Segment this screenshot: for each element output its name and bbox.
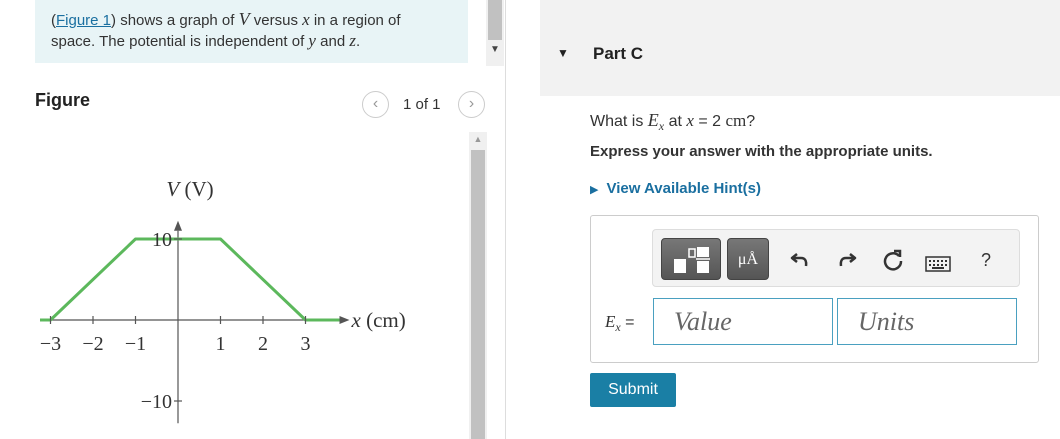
intro-scrollbar-thumb[interactable] bbox=[488, 0, 502, 40]
x-tick-label: −3 bbox=[40, 333, 61, 355]
question-text: What is Ex at x = 2 cm? bbox=[590, 110, 756, 134]
x-tick-label: 2 bbox=[258, 333, 268, 355]
templates-button[interactable] bbox=[661, 238, 721, 280]
caret-down-icon[interactable]: ▼ bbox=[557, 46, 569, 60]
y-tick-label: −10 bbox=[141, 391, 172, 413]
x-tick-label: −1 bbox=[125, 333, 146, 355]
part-title[interactable]: Part C bbox=[593, 44, 643, 64]
pane-divider[interactable] bbox=[505, 0, 506, 439]
scroll-up-icon[interactable]: ▲ bbox=[470, 134, 486, 144]
left-pane: (Figure 1) shows a graph of V versus x i… bbox=[0, 0, 486, 439]
pager-count: 1 of 1 bbox=[403, 96, 441, 113]
keyboard-icon[interactable] bbox=[925, 252, 951, 278]
answer-label: Ex = bbox=[605, 312, 635, 335]
x-axis-label: x (cm) bbox=[351, 308, 406, 332]
reset-icon[interactable] bbox=[881, 248, 905, 278]
x-tick-label: 3 bbox=[301, 333, 311, 355]
potential-graph: −3 −2 −1 1 2 3 10 −10 x (cm) V (V) bbox=[40, 177, 406, 424]
submit-button[interactable]: Submit bbox=[590, 373, 676, 407]
redo-icon[interactable] bbox=[836, 248, 858, 276]
y-axis-arrow bbox=[174, 220, 182, 231]
potential-line bbox=[40, 237, 340, 322]
undo-icon[interactable] bbox=[789, 248, 811, 276]
x-tick-label: 1 bbox=[216, 333, 226, 355]
templates-icon bbox=[674, 247, 710, 273]
instruction-text: Express your answer with the appropriate… bbox=[590, 143, 933, 160]
units-button[interactable]: μÅ bbox=[727, 238, 769, 280]
caret-right-icon: ▶ bbox=[590, 184, 599, 196]
math-toolbar: μÅ ? bbox=[652, 229, 1020, 287]
units-input[interactable] bbox=[837, 298, 1017, 345]
y-axis-label: V (V) bbox=[166, 177, 213, 201]
value-input[interactable] bbox=[653, 298, 833, 345]
scroll-down-icon[interactable]: ▼ bbox=[488, 44, 502, 55]
x-axis-arrow bbox=[339, 316, 350, 324]
view-hints-link[interactable]: ▶ View Available Hint(s) bbox=[590, 180, 761, 197]
intro-text: (Figure 1) shows a graph of V versus x i… bbox=[35, 0, 468, 63]
figure-heading: Figure bbox=[35, 90, 91, 110]
figure-scrollbar-thumb[interactable] bbox=[471, 150, 485, 439]
help-button[interactable]: ? bbox=[981, 250, 991, 271]
chevron-right-icon[interactable]: › bbox=[458, 91, 485, 118]
x-tick-label: −2 bbox=[82, 333, 103, 355]
figure-link[interactable]: Figure 1 bbox=[56, 12, 111, 29]
chevron-left-icon[interactable]: ‹ bbox=[362, 91, 389, 118]
y-tick-label: 10 bbox=[152, 229, 172, 251]
